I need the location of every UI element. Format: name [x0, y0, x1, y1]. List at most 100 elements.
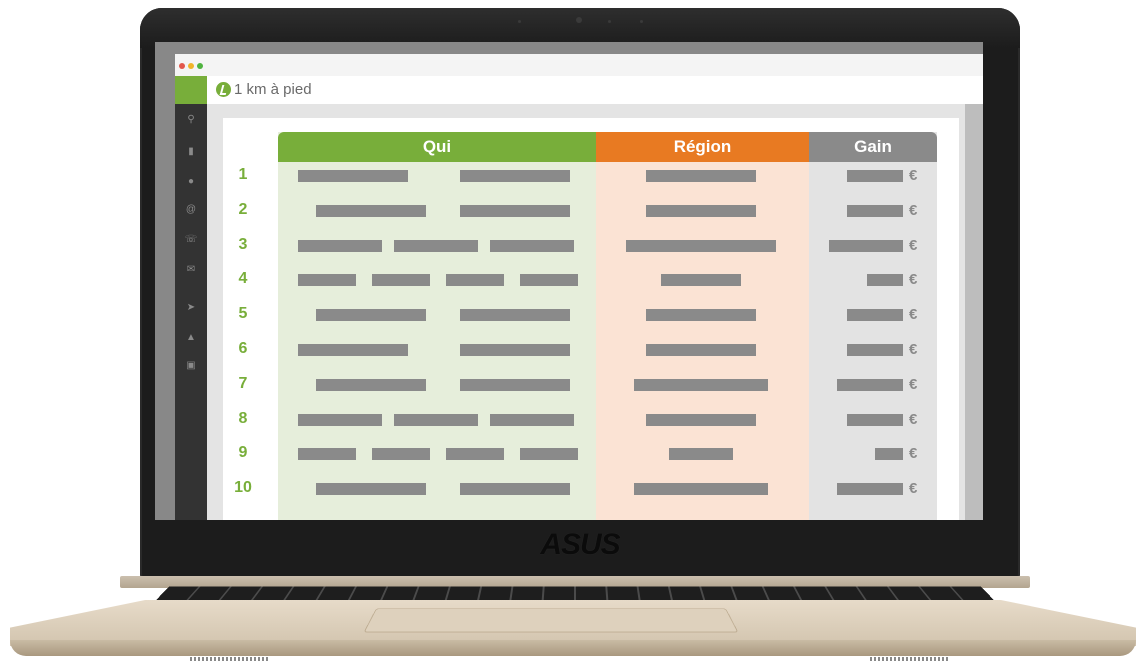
column-gain: Gain	[809, 132, 937, 520]
mail-icon[interactable]: ✉	[183, 262, 199, 278]
redacted-name-bar	[372, 274, 430, 287]
user-icon[interactable]: ▲	[183, 330, 199, 346]
sidebar: ⚲ ▮ ● @ ☏ ✉ ➤ ▲ ▣	[175, 104, 207, 520]
trackpad	[363, 608, 739, 633]
rank-number: 10	[234, 479, 252, 497]
redacted-gain-bar	[829, 239, 903, 252]
webcam-icon	[576, 17, 582, 23]
redacted-gain-bar	[837, 483, 903, 496]
sensor-dot	[518, 20, 521, 23]
redacted-name-bar	[460, 170, 570, 182]
bar-chart-icon[interactable]: ▮	[183, 144, 199, 160]
speaker-grille	[190, 657, 270, 661]
redacted-name-bar	[394, 239, 478, 252]
app-header: 1 km à pied	[207, 76, 983, 105]
redacted-name-bar	[372, 448, 430, 461]
header-gain[interactable]: Gain	[809, 132, 937, 162]
redacted-name-bar	[316, 309, 426, 322]
euro-sign: €	[909, 341, 918, 358]
redacted-region-bar	[646, 309, 756, 322]
column-region: Région	[596, 132, 809, 520]
clipboard-icon[interactable]: ▣	[183, 358, 199, 374]
at-icon[interactable]: @	[183, 202, 199, 218]
redacted-gain-bar	[867, 274, 903, 287]
rank-number: 6	[238, 340, 248, 357]
rank-number: 3	[238, 235, 248, 253]
rank-number: 4	[238, 270, 248, 288]
rank-number: 1	[238, 166, 248, 183]
redacted-region-bar	[661, 274, 741, 287]
redacted-name-bar	[446, 274, 504, 287]
redacted-name-bar	[446, 448, 504, 461]
redacted-name-bar	[316, 483, 426, 496]
redacted-gain-bar	[847, 309, 903, 322]
redacted-gain-bar	[875, 448, 903, 461]
redacted-name-bar	[460, 378, 570, 391]
redacted-gain-bar	[847, 413, 903, 426]
euro-sign: €	[909, 445, 918, 463]
redacted-name-bar	[520, 274, 578, 287]
redacted-name-bar	[298, 239, 382, 252]
redacted-name-bar	[460, 309, 570, 322]
redacted-name-bar	[394, 413, 478, 426]
redacted-name-bar	[490, 239, 574, 252]
speaker-grille	[870, 657, 950, 661]
redacted-name-bar	[298, 413, 382, 426]
sensor-dot	[640, 20, 643, 23]
redacted-name-bar	[298, 170, 408, 182]
send-icon[interactable]: ➤	[183, 300, 199, 316]
redacted-name-bar	[460, 344, 570, 356]
redacted-name-bar	[460, 483, 570, 496]
rank-number: 5	[238, 305, 248, 323]
rank-number: 7	[238, 374, 248, 392]
redacted-region-bar	[646, 344, 756, 356]
redacted-gain-bar	[847, 204, 903, 217]
sidebar-header-block	[175, 76, 207, 104]
redacted-region-bar	[646, 204, 756, 217]
chat-icon[interactable]: ●	[183, 174, 199, 190]
redacted-name-bar	[298, 274, 356, 287]
redacted-name-bar	[490, 413, 574, 426]
sensor-dot	[608, 20, 611, 23]
asus-logo: ASUS	[540, 528, 620, 561]
window-titlebar	[175, 54, 983, 76]
redacted-region-bar	[626, 239, 776, 252]
minimize-window-dot[interactable]	[188, 63, 194, 69]
redacted-name-bar	[316, 378, 426, 391]
walker-logo-icon	[216, 82, 231, 97]
redacted-region-bar	[634, 483, 768, 496]
euro-sign: €	[909, 410, 918, 428]
euro-sign: €	[909, 236, 918, 254]
ranking-card: Qui Région Gain 1 €2 €3 €4 €5 €6 €7 €8 €9 €10 €	[223, 118, 959, 520]
header-region[interactable]: Région	[596, 132, 809, 162]
close-window-dot[interactable]	[179, 63, 185, 69]
redacted-gain-bar	[847, 170, 903, 182]
rank-number: 8	[238, 409, 248, 427]
euro-sign: €	[909, 480, 918, 498]
redacted-name-bar	[460, 204, 570, 217]
phone-icon[interactable]: ☏	[183, 232, 199, 248]
euro-sign: €	[909, 201, 918, 219]
rank-number: 9	[238, 444, 248, 462]
redacted-name-bar	[520, 448, 578, 461]
maximize-window-dot[interactable]	[197, 63, 203, 69]
euro-sign: €	[909, 271, 918, 289]
redacted-region-bar	[646, 170, 756, 182]
redacted-region-bar	[634, 378, 768, 391]
euro-sign: €	[909, 306, 918, 324]
redacted-name-bar	[298, 448, 356, 461]
column-qui: Qui	[278, 132, 596, 520]
laptop-screen: 1 km à pied ⚲ ▮ ● @ ☏ ✉ ➤ ▲ ▣ Qui Région…	[155, 42, 983, 520]
euro-sign: €	[909, 375, 918, 393]
redacted-name-bar	[316, 204, 426, 217]
redacted-region-bar	[646, 413, 756, 426]
laptop-front-edge	[10, 640, 1136, 656]
redacted-gain-bar	[837, 378, 903, 391]
redacted-gain-bar	[847, 344, 903, 356]
search-icon[interactable]: ⚲	[183, 112, 199, 128]
header-qui[interactable]: Qui	[278, 132, 596, 162]
app-window: 1 km à pied ⚲ ▮ ● @ ☏ ✉ ➤ ▲ ▣ Qui Région…	[175, 54, 983, 520]
scroll-gutter[interactable]	[965, 104, 983, 520]
app-title: 1 km à pied	[234, 81, 312, 98]
redacted-region-bar	[669, 448, 733, 461]
